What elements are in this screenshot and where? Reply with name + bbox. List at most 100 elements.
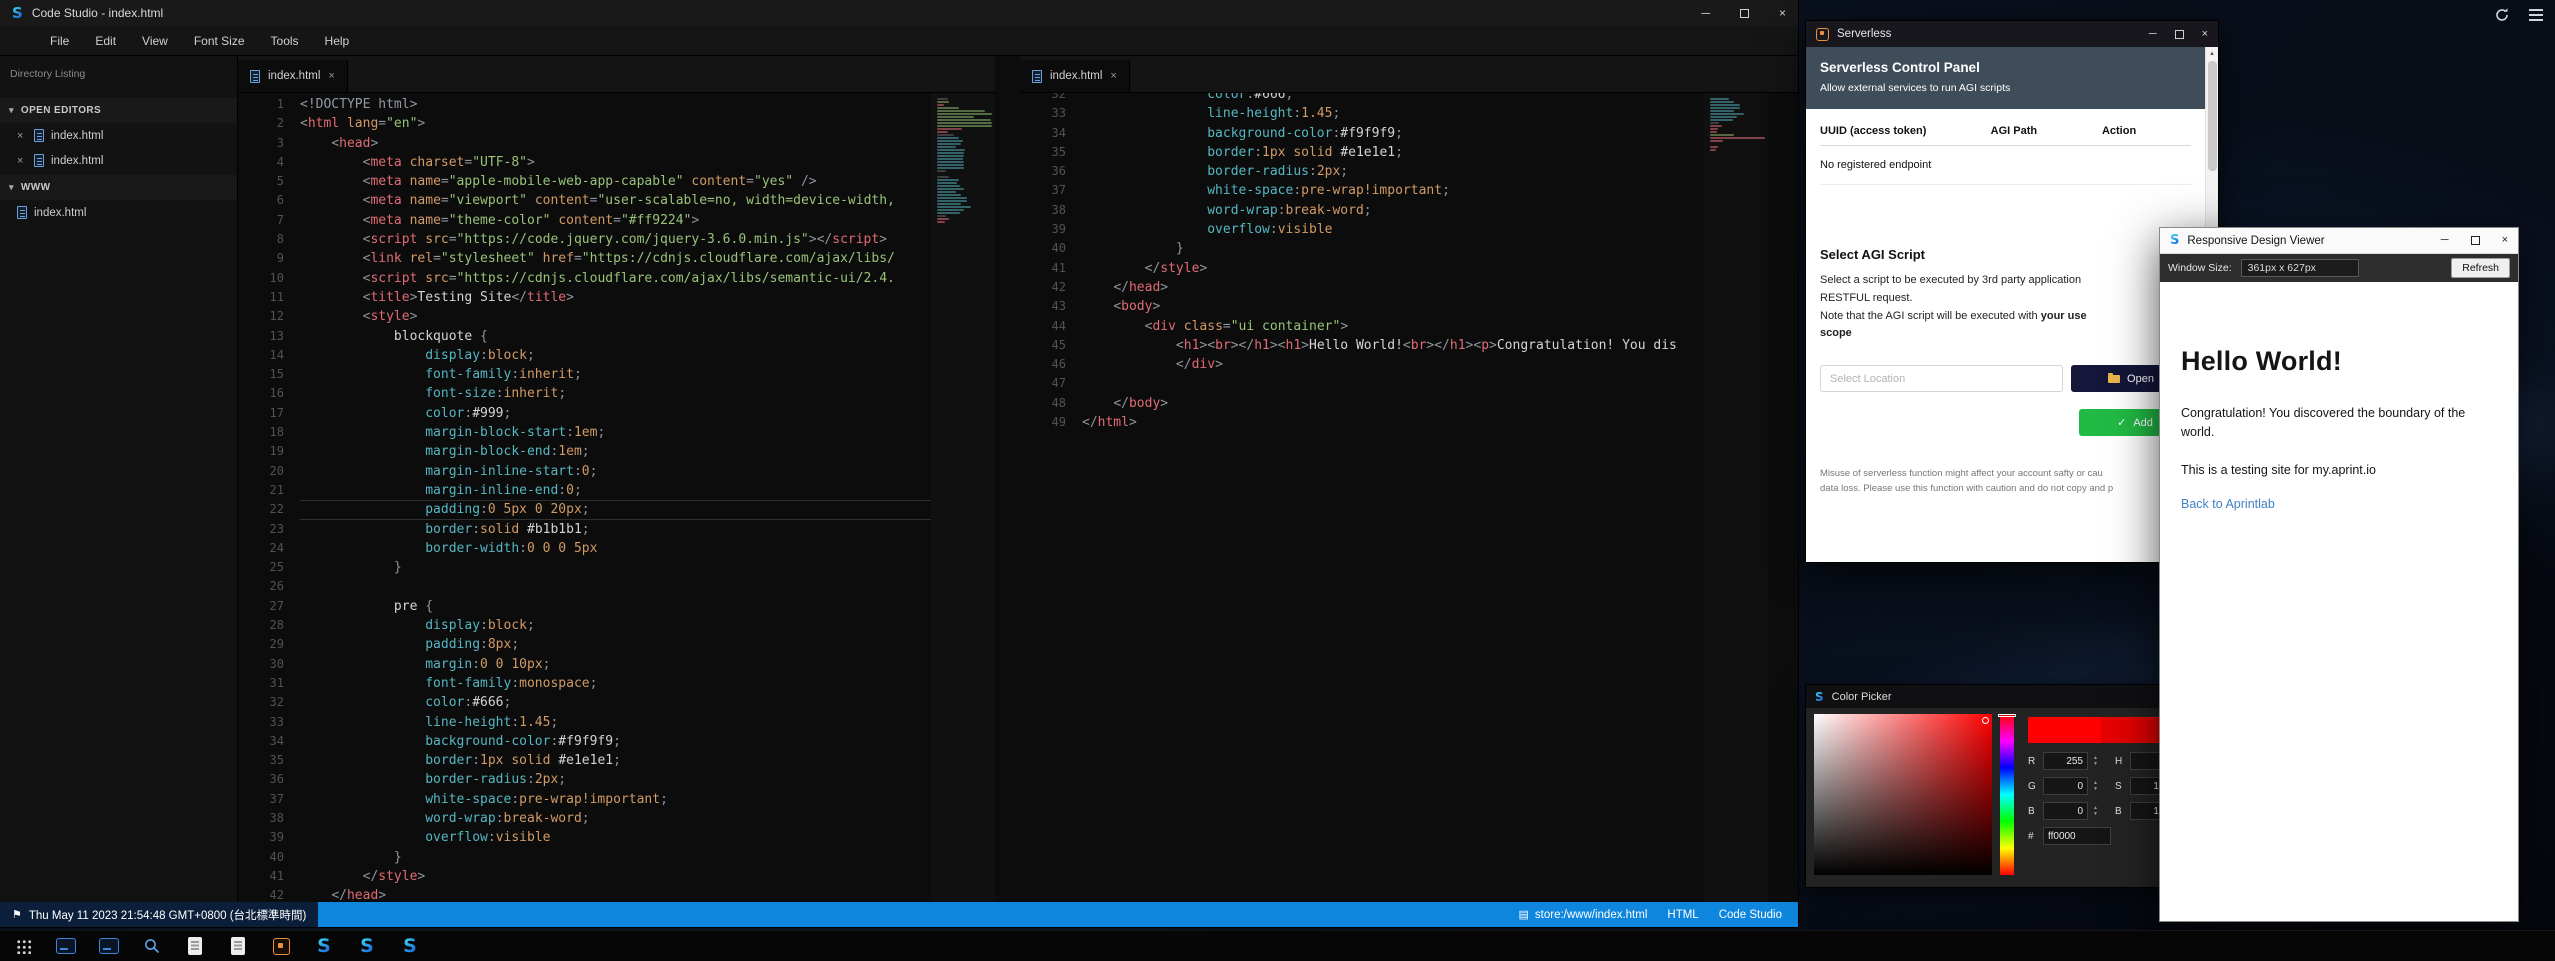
app-launcher-icon[interactable] — [8, 933, 38, 959]
terminal-window-icon-2[interactable] — [94, 933, 124, 959]
sidebar-item-index.html[interactable]: ×index.html — [0, 148, 237, 173]
code-line[interactable]: <meta name="apple-mobile-web-app-capable… — [300, 172, 931, 191]
datetime-status[interactable]: ⚑ Thu May 11 2023 21:54:48 GMT+0800 (台北標… — [0, 902, 318, 927]
minimap[interactable] — [931, 93, 995, 902]
code-line[interactable]: word-wrap:break-word; — [1082, 201, 1704, 220]
sidebar-item-index.html[interactable]: index.html — [0, 200, 237, 225]
code-line[interactable] — [300, 577, 931, 596]
code-line[interactable]: </div> — [1082, 355, 1704, 374]
menu-item-help[interactable]: Help — [313, 30, 362, 52]
code-line[interactable]: <h1><br></h1><h1>Hello World!<br></h1><p… — [1082, 336, 1704, 355]
code-line[interactable]: padding:0 5px 0 20px; — [300, 500, 931, 519]
code-line[interactable]: font-family:monospace; — [300, 674, 931, 693]
code-line[interactable]: margin-inline-start:0; — [300, 462, 931, 481]
minimap[interactable] — [1704, 93, 1768, 902]
viewer-close-button[interactable]: × — [2502, 235, 2508, 246]
stepper[interactable]: ▲▼ — [2090, 777, 2101, 795]
sidebar-section-open-editors[interactable]: ▾OPEN EDITORS — [0, 98, 237, 123]
saturation-cursor[interactable] — [1982, 717, 1989, 724]
code-line[interactable]: white-space:pre-wrap!important; — [300, 790, 931, 809]
code-line[interactable]: font-family:inherit; — [300, 365, 931, 384]
stepper-down-icon[interactable]: ▼ — [2093, 811, 2098, 817]
menu-item-file[interactable]: File — [38, 30, 81, 52]
menu-item-tools[interactable]: Tools — [259, 30, 311, 52]
code-line[interactable]: margin:0 0 10px; — [300, 655, 931, 674]
hue-slider[interactable] — [2000, 714, 2014, 875]
code-studio-icon-3[interactable]: S — [395, 933, 425, 959]
code-line[interactable]: <!DOCTYPE html> — [300, 95, 931, 114]
code-line[interactable]: pre { — [300, 597, 931, 616]
code-line[interactable]: border:solid #b1b1b1; — [300, 520, 931, 539]
code-line[interactable]: } — [1082, 239, 1704, 258]
code-line[interactable]: color:#999; — [300, 404, 931, 423]
menu-item-font-size[interactable]: Font Size — [182, 30, 257, 52]
text-document-icon[interactable] — [223, 933, 253, 959]
code-line[interactable]: <script src="https://code.jquery.com/jqu… — [300, 230, 931, 249]
scroll-up-icon[interactable]: ▲ — [2206, 47, 2218, 60]
code-line[interactable]: border-radius:2px; — [1082, 162, 1704, 181]
code-line[interactable] — [1082, 374, 1704, 393]
viewer-minimize-button[interactable]: ─ — [2441, 235, 2449, 246]
code-line[interactable]: display:block; — [300, 346, 931, 365]
color-picker-title-bar[interactable]: S Color Picker ─ × — [1806, 685, 2218, 708]
tab-close-icon[interactable]: × — [328, 70, 334, 82]
search-icon[interactable] — [137, 933, 167, 959]
code-line[interactable]: line-height:1.45; — [300, 713, 931, 732]
code-line[interactable]: word-wrap:break-word; — [300, 809, 931, 828]
menu-item-view[interactable]: View — [130, 30, 180, 52]
code-line[interactable]: <div class="ui container"> — [1082, 317, 1704, 336]
refresh-button[interactable]: Refresh — [2451, 258, 2510, 278]
serverless-app-icon[interactable] — [266, 933, 296, 959]
code-line[interactable]: } — [300, 558, 931, 577]
serverless-title-bar[interactable]: Serverless ─ × — [1806, 21, 2218, 47]
code-line[interactable]: font-size:inherit; — [300, 384, 931, 403]
field-input-R[interactable]: 255 — [2043, 752, 2088, 770]
code-line[interactable]: border-radius:2px; — [300, 770, 931, 789]
code-line[interactable]: <meta charset="UTF-8"> — [300, 153, 931, 172]
code-line[interactable]: background-color:#f9f9f9; — [300, 732, 931, 751]
hex-input[interactable]: ff0000 — [2043, 827, 2111, 845]
code-line[interactable]: </head> — [1082, 278, 1704, 297]
code-line[interactable]: margin-inline-end:0; — [300, 481, 931, 500]
field-input-B[interactable]: 0 — [2043, 802, 2088, 820]
sidebar-item-index.html[interactable]: ×index.html — [0, 123, 237, 148]
code-line[interactable]: <script src="https://cdnjs.cloudflare.co… — [300, 269, 931, 288]
code-line[interactable]: line-height:1.45; — [1082, 104, 1704, 123]
code-line[interactable]: display:block; — [300, 616, 931, 635]
back-link[interactable]: Back to Aprintlab — [2181, 497, 2275, 511]
minimize-button[interactable]: ─ — [1701, 7, 1710, 19]
refresh-icon[interactable] — [2493, 6, 2511, 24]
code-line[interactable]: border-width:0 0 0 5px — [300, 539, 931, 558]
code-line[interactable]: overflow:visible — [300, 828, 931, 847]
code-line[interactable]: <html lang="en"> — [300, 114, 931, 133]
app-name-status[interactable]: Code Studio — [1719, 909, 1782, 921]
code-line[interactable]: color:#666; — [300, 693, 931, 712]
stepper[interactable]: ▲▼ — [2090, 752, 2101, 770]
code-line[interactable]: </body> — [1082, 394, 1704, 413]
code-line[interactable]: margin-block-start:1em; — [300, 423, 931, 442]
code-line[interactable]: <link rel="stylesheet" href="https://cdn… — [300, 249, 931, 268]
menu-item-edit[interactable]: Edit — [83, 30, 128, 52]
hue-cursor[interactable] — [1998, 714, 2016, 717]
stepper-down-icon[interactable]: ▼ — [2093, 786, 2098, 792]
file-manager-icon[interactable] — [180, 933, 210, 959]
code-line[interactable]: </style> — [1082, 259, 1704, 278]
code-studio-icon-1[interactable]: S — [309, 933, 339, 959]
tab-index-html[interactable]: index.html × — [238, 60, 348, 92]
code-line[interactable]: white-space:pre-wrap!important; — [1082, 181, 1704, 200]
code-line[interactable]: blockquote { — [300, 327, 931, 346]
title-bar[interactable]: S Code Studio - index.html ─ × — [0, 0, 1798, 26]
close-icon[interactable]: × — [17, 130, 27, 142]
code-line[interactable]: <meta name="viewport" content="user-scal… — [300, 191, 931, 210]
serverless-maximize-button[interactable] — [2175, 30, 2184, 39]
scrollbar-thumb[interactable] — [2208, 61, 2217, 171]
code-editor[interactable]: <!DOCTYPE html><html lang="en"> <head> <… — [300, 93, 931, 902]
stepper-down-icon[interactable]: ▼ — [2093, 761, 2098, 767]
tab-close-icon[interactable]: × — [1110, 70, 1116, 82]
code-line[interactable]: <body> — [1082, 297, 1704, 316]
menu-icon[interactable] — [2527, 6, 2545, 24]
language-status[interactable]: HTML — [1667, 909, 1698, 921]
sidebar-section-www[interactable]: ▾WWW — [0, 175, 237, 200]
code-line[interactable]: background-color:#f9f9f9; — [1082, 124, 1704, 143]
maximize-button[interactable] — [1740, 9, 1749, 18]
